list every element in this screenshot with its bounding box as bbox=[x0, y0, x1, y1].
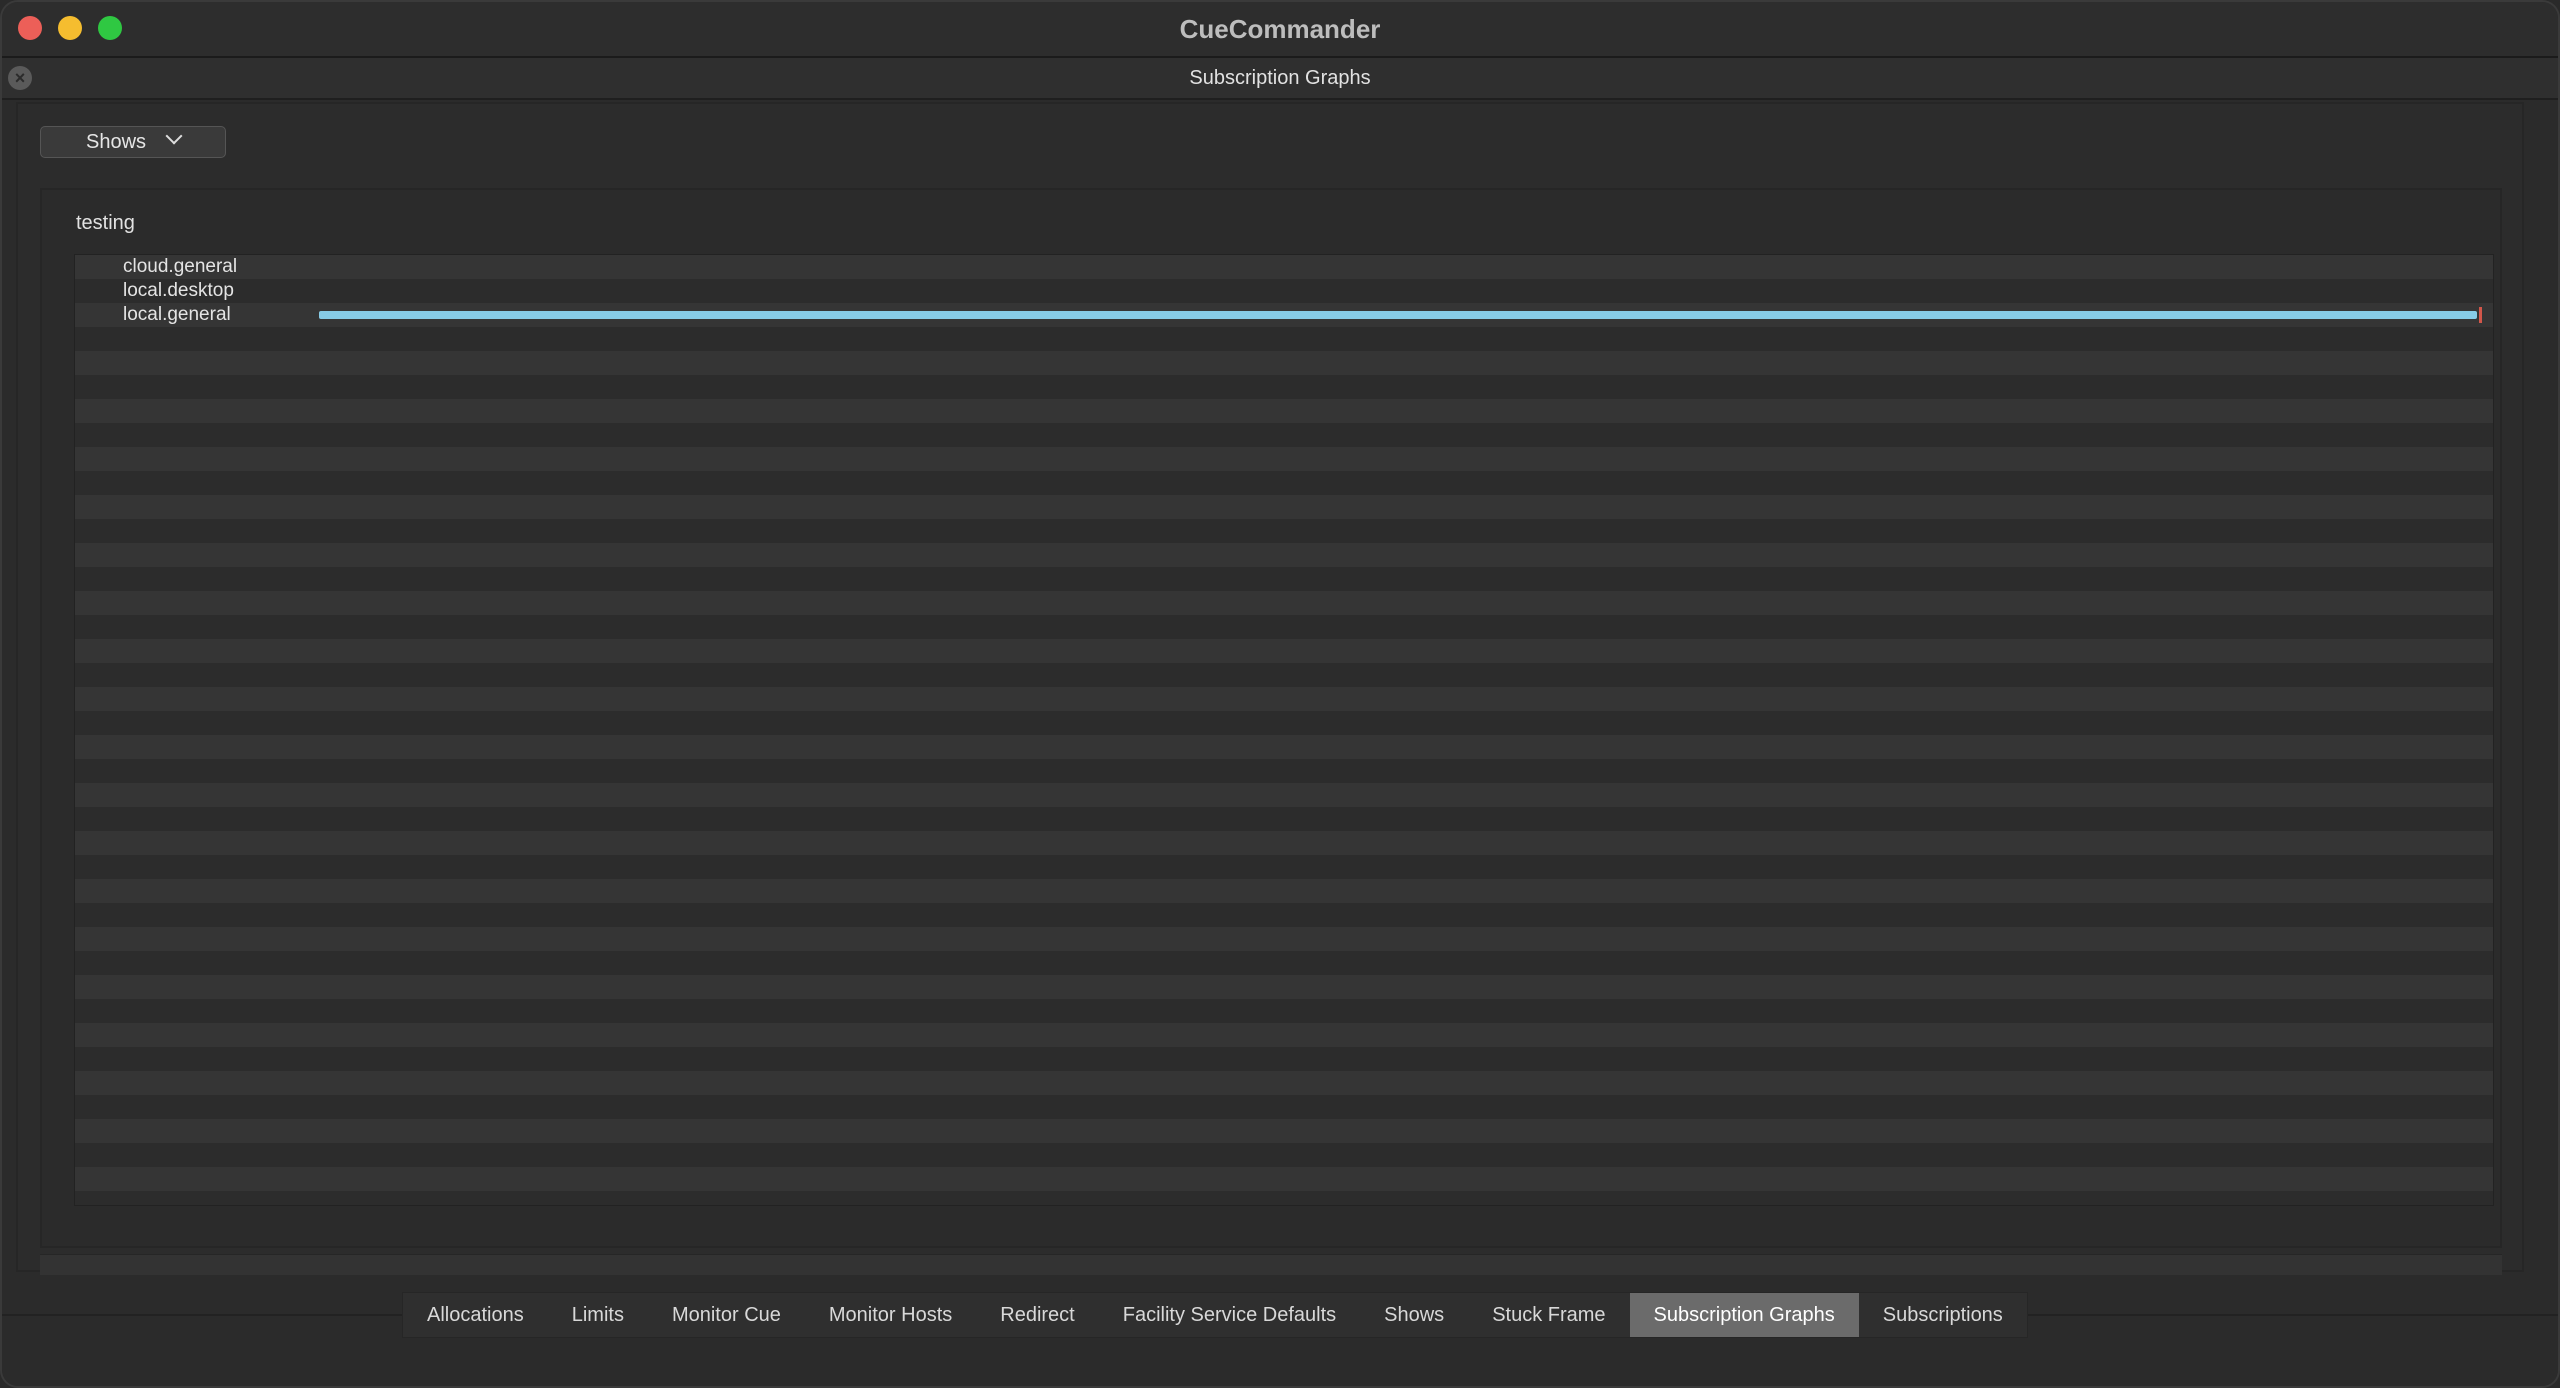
usage-bar-track bbox=[319, 307, 2482, 323]
show-filter-dropdown[interactable]: Shows bbox=[40, 126, 226, 158]
tab-monitor-cue[interactable]: Monitor Cue bbox=[648, 1293, 805, 1337]
dock-close-icon[interactable]: × bbox=[8, 66, 32, 90]
tab-monitor-hosts[interactable]: Monitor Hosts bbox=[805, 1293, 976, 1337]
tab-subscription-graphs[interactable]: Subscription Graphs bbox=[1629, 1293, 1859, 1337]
subscription-label: local.desktop bbox=[123, 280, 234, 301]
usage-bar bbox=[319, 311, 2477, 319]
subscription-row[interactable]: cloud.general bbox=[75, 255, 2493, 279]
show-group-title: testing bbox=[76, 212, 135, 234]
limit-marker bbox=[2478, 307, 2482, 323]
tab-redirect[interactable]: Redirect bbox=[976, 1293, 1098, 1337]
title-bar: CueCommander bbox=[2, 2, 2558, 58]
subscription-row[interactable]: local.general bbox=[75, 303, 2493, 327]
subscription-graphs-panel: Shows testing cloud.general local.desktop… bbox=[16, 102, 2524, 1275]
subscription-label: local.general bbox=[123, 304, 231, 325]
tab-stuck-frame[interactable]: Stuck Frame bbox=[1468, 1293, 1629, 1337]
horizontal-scrollbar[interactable] bbox=[40, 1254, 2502, 1275]
subscription-graph: cloud.general local.desktop local.general bbox=[74, 254, 2494, 1206]
dock-header: × Subscription Graphs bbox=[2, 58, 2558, 100]
subscription-row[interactable]: local.desktop bbox=[75, 279, 2493, 303]
tab-limits[interactable]: Limits bbox=[548, 1293, 648, 1337]
window-maximize-button[interactable] bbox=[98, 16, 122, 40]
bottom-area bbox=[2, 1338, 2558, 1386]
show-group-box: testing cloud.general local.desktop local.… bbox=[40, 188, 2502, 1248]
tab-facility-service-defaults[interactable]: Facility Service Defaults bbox=[1099, 1293, 1360, 1337]
window-close-button[interactable] bbox=[18, 16, 42, 40]
app-window: CueCommander × Subscription Graphs Shows… bbox=[0, 0, 2560, 1388]
tab-shows[interactable]: Shows bbox=[1360, 1293, 1468, 1337]
window-title: CueCommander bbox=[1179, 13, 1381, 44]
tab-subscriptions[interactable]: Subscriptions bbox=[1859, 1293, 2027, 1337]
chevron-down-icon bbox=[165, 127, 183, 145]
dock-title: Subscription Graphs bbox=[1189, 66, 1371, 89]
tab-bar: Allocations Limits Monitor Cue Monitor Host… bbox=[402, 1292, 2028, 1338]
tab-allocations[interactable]: Allocations bbox=[403, 1293, 548, 1337]
window-minimize-button[interactable] bbox=[58, 16, 82, 40]
dropdown-selected-value: Shows bbox=[85, 130, 147, 153]
subscription-label: cloud.general bbox=[123, 256, 238, 277]
